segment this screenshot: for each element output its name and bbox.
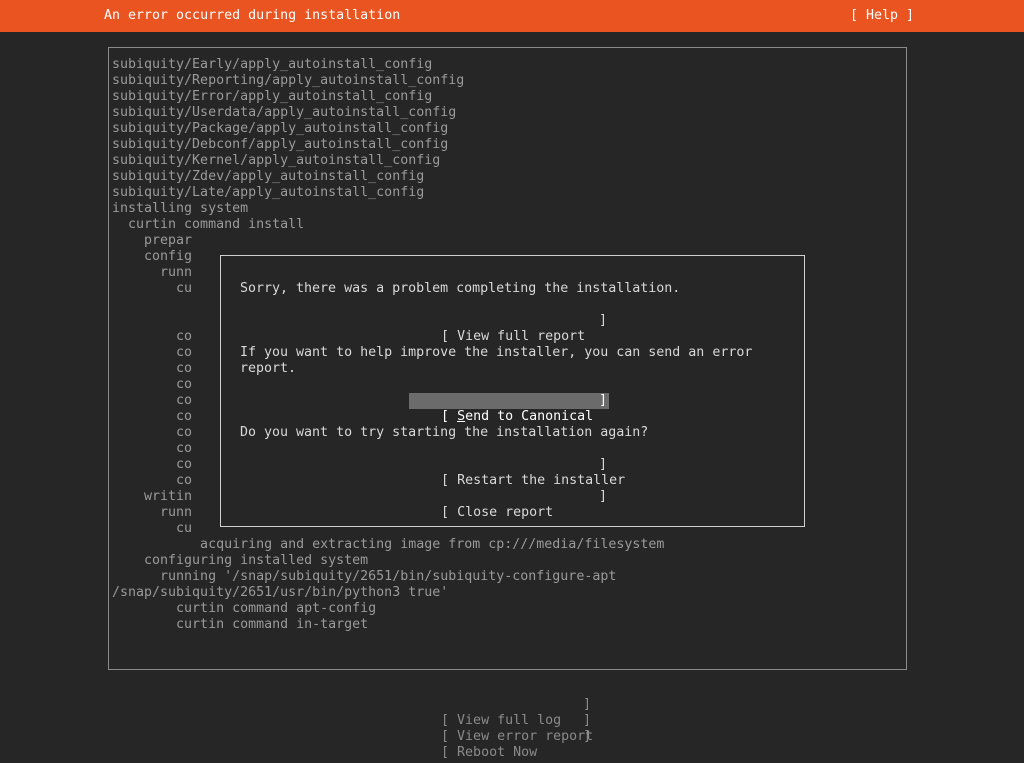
- dialog-message-problem: Sorry, there was a problem completing th…: [240, 281, 681, 296]
- log-line: subiquity/Debconf/apply_autoinstall_conf…: [112, 137, 449, 152]
- bracket-close: ]: [583, 713, 592, 728]
- log-line: subiquity/Kernel/apply_autoinstall_confi…: [112, 153, 441, 168]
- reboot-now-button[interactable]: [ Reboot Now]: [425, 729, 595, 760]
- bracket-open: [: [441, 505, 450, 520]
- send-to-canonical-hotkey: S: [457, 409, 466, 424]
- log-line: curtin command in-target: [112, 617, 369, 632]
- view-full-report-button[interactable]: [ View full report]: [409, 313, 609, 344]
- view-full-log-button[interactable]: [ View full log]: [425, 697, 595, 728]
- help-button[interactable]: [ Help ]: [850, 8, 914, 24]
- log-line: acquiring and extracting image from cp:/…: [112, 537, 665, 552]
- log-line: running '/snap/subiquity/2651/bin/subiqu…: [112, 569, 617, 584]
- log-line: configuring installed system: [112, 553, 369, 568]
- restart-installer-label: Restart the installer: [457, 473, 626, 488]
- send-to-canonical-label: end to Canonical: [465, 409, 594, 424]
- bracket-close: ]: [599, 393, 608, 408]
- close-report-button[interactable]: [ Close report]: [409, 489, 609, 520]
- log-line: installing system: [112, 201, 249, 216]
- bracket-close: ]: [583, 729, 592, 744]
- bracket-open: [: [441, 473, 450, 488]
- log-line: curtin command apt-config: [112, 601, 377, 616]
- log-line: subiquity/Package/apply_autoinstall_conf…: [112, 121, 449, 136]
- error-dialog: Sorry, there was a problem completing th…: [220, 255, 805, 527]
- bracket-close: ]: [599, 489, 608, 504]
- log-line: subiquity/Early/apply_autoinstall_config: [112, 57, 433, 72]
- bracket-close: ]: [583, 697, 592, 712]
- close-report-label: Close report: [457, 505, 554, 520]
- dialog-message-restart: Do you want to try starting the installa…: [240, 425, 649, 440]
- reboot-now-label: Reboot Now: [457, 745, 538, 760]
- send-to-canonical-button[interactable]: [ Send to Canonical]: [409, 393, 609, 424]
- log-line: subiquity/Late/apply_autoinstall_config: [112, 185, 425, 200]
- bracket-open: [: [441, 745, 450, 760]
- log-line: prepar: [112, 233, 193, 248]
- bracket-open: [: [441, 409, 450, 424]
- view-full-report-label: View full report: [457, 329, 586, 344]
- log-line: /snap/subiquity/2651/usr/bin/python3 tru…: [112, 585, 449, 600]
- restart-installer-button[interactable]: [ Restart the installer]: [409, 457, 625, 488]
- header-bar: An error occurred during installation [ …: [0, 0, 1024, 32]
- log-line: subiquity/Reporting/apply_autoinstall_co…: [112, 73, 465, 88]
- bracket-close: ]: [599, 313, 608, 328]
- log-line: subiquity/Userdata/apply_autoinstall_con…: [112, 105, 457, 120]
- bracket-open: [: [441, 329, 450, 344]
- log-line: curtin command install: [112, 217, 305, 232]
- log-line: subiquity/Error/apply_autoinstall_config: [112, 89, 433, 104]
- log-line: subiquity/Zdev/apply_autoinstall_config: [112, 169, 425, 184]
- dialog-message-send-report: If you want to help improve the installe…: [240, 345, 753, 376]
- bracket-close: ]: [599, 457, 608, 472]
- page-title: An error occurred during installation: [104, 8, 401, 23]
- view-error-report-button[interactable]: [ View error report]: [425, 713, 595, 744]
